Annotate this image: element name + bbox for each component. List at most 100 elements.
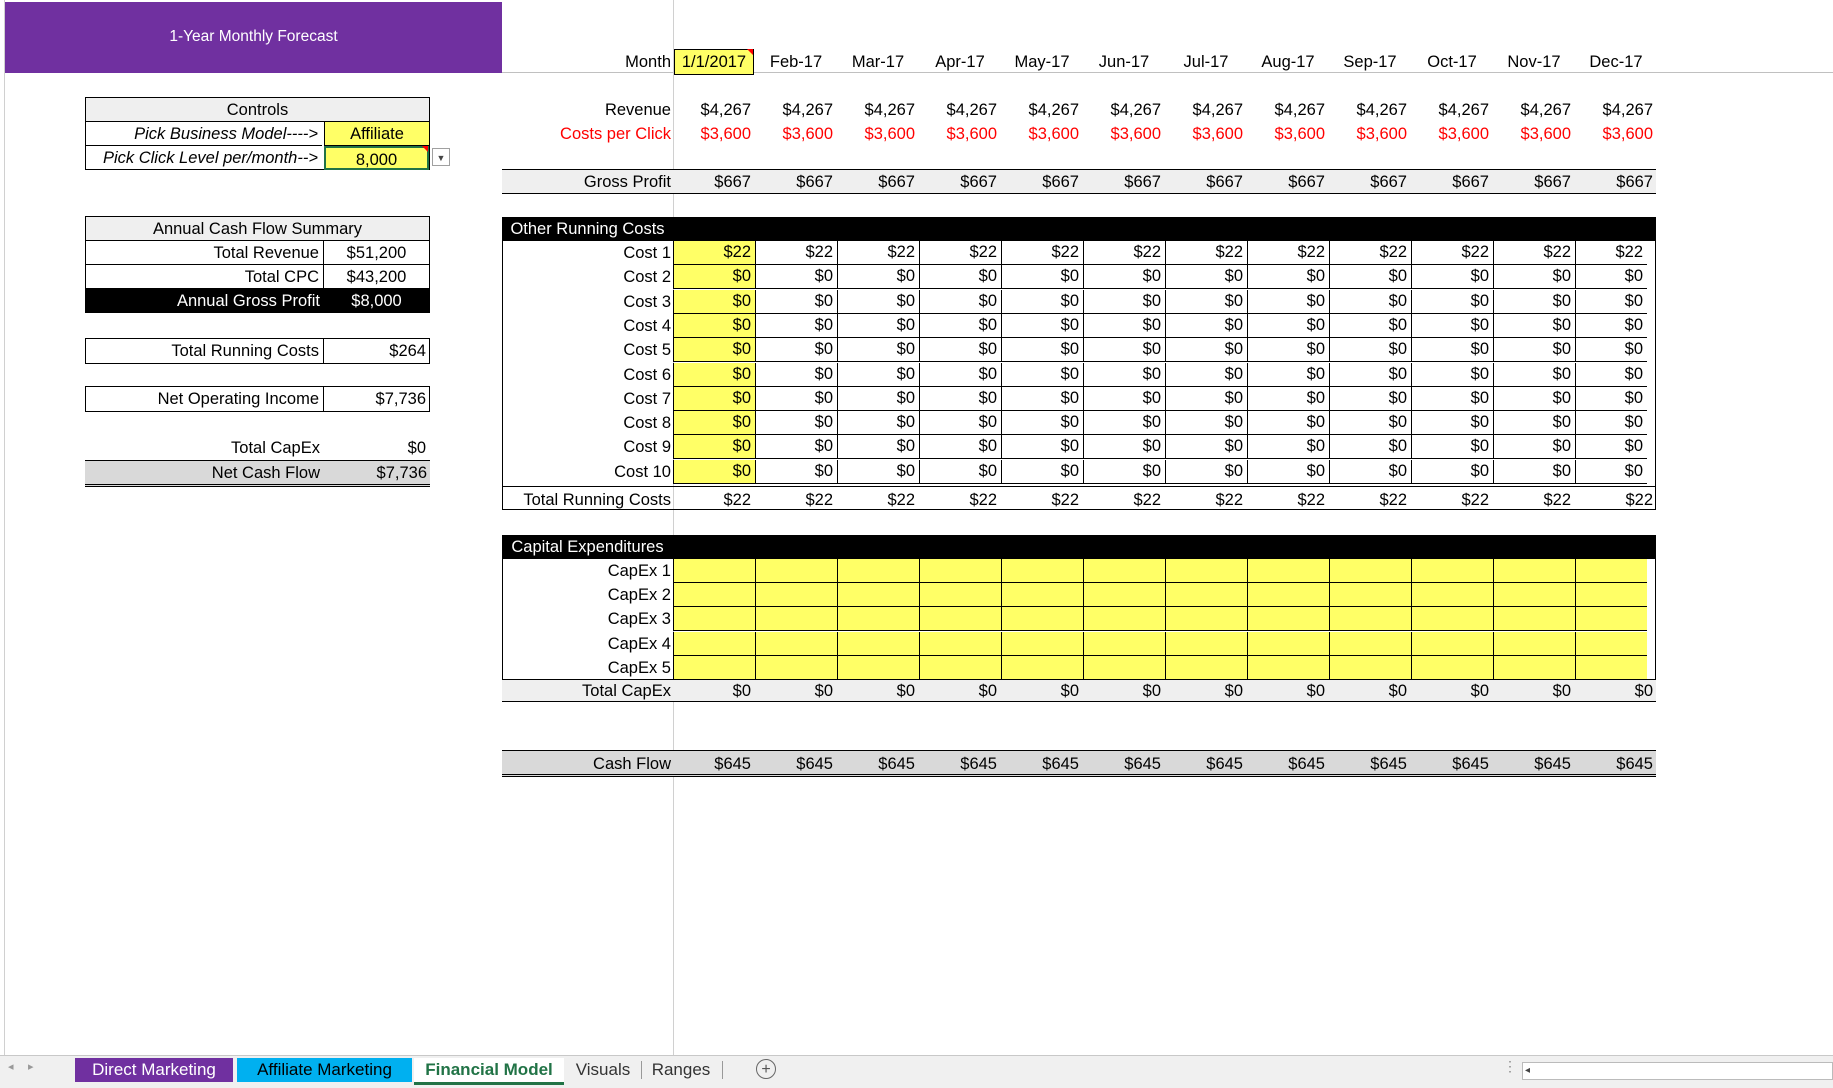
capex-input-cell[interactable] — [1493, 607, 1575, 631]
capex-input-cell[interactable] — [1247, 656, 1329, 680]
running-cost-cell[interactable]: $0 — [673, 460, 755, 484]
capex-input-cell[interactable] — [1575, 583, 1647, 607]
tab-visuals[interactable]: Visuals — [568, 1058, 638, 1082]
capex-input-cell[interactable] — [1083, 583, 1165, 607]
capex-input-cell[interactable] — [755, 607, 837, 631]
capex-input-cell[interactable] — [837, 583, 919, 607]
capex-input-cell[interactable] — [673, 607, 755, 631]
capex-input-cell[interactable] — [1575, 607, 1647, 631]
scroll-left-icon[interactable]: ◂ — [8, 1060, 14, 1073]
running-cost-cell: $0 — [919, 265, 1001, 289]
capex-label: CapEx 5 — [607, 659, 671, 677]
capex-input-cell[interactable] — [1165, 656, 1247, 680]
capex-input-cell[interactable] — [755, 656, 837, 680]
capex-input-cell[interactable] — [919, 607, 1001, 631]
capex-input-cell[interactable] — [1247, 607, 1329, 631]
net-operating-income-label: Net Operating Income — [86, 387, 324, 411]
scroll-right-icon[interactable]: ▸ — [28, 1060, 34, 1073]
capex-input-cell[interactable] — [1493, 632, 1575, 656]
capex-input-cell[interactable] — [1001, 656, 1083, 680]
running-cost-cell[interactable]: $22 — [673, 241, 755, 265]
cash-flow-cell: $645 — [1288, 755, 1325, 773]
capex-input-cell[interactable] — [1083, 632, 1165, 656]
tab-affiliate-marketing[interactable]: Affiliate Marketing — [237, 1058, 412, 1082]
capex-input-cell[interactable] — [1247, 632, 1329, 656]
capex-input-cell[interactable] — [1411, 583, 1493, 607]
running-cost-label: Cost 5 — [623, 341, 671, 359]
running-cost-cell[interactable]: $0 — [673, 363, 755, 387]
capex-input-cell[interactable] — [1083, 559, 1165, 583]
capex-input-cell[interactable] — [1329, 583, 1411, 607]
capex-input-cell[interactable] — [1001, 583, 1083, 607]
capex-input-cell[interactable] — [1165, 632, 1247, 656]
capex-input-cell[interactable] — [919, 583, 1001, 607]
cash-flow-cell: $645 — [960, 755, 997, 773]
running-cost-cell: $0 — [1165, 290, 1247, 314]
horizontal-scrollbar[interactable]: ◂ — [1522, 1062, 1833, 1080]
total-capex-value: $0 — [407, 439, 426, 457]
dropdown-arrow-icon[interactable]: ▼ — [432, 148, 450, 166]
running-cost-cell[interactable]: $0 — [673, 387, 755, 411]
capex-input-cell[interactable] — [1165, 559, 1247, 583]
capex-input-cell[interactable] — [1575, 559, 1647, 583]
scroll-left-arrow-icon[interactable]: ◂ — [1525, 1065, 1539, 1077]
running-cost-cell[interactable]: $0 — [673, 314, 755, 338]
capex-input-cell[interactable] — [919, 656, 1001, 680]
capex-input-cell[interactable] — [1083, 656, 1165, 680]
capex-input-cell[interactable] — [1329, 632, 1411, 656]
capex-input-cell[interactable] — [673, 656, 755, 680]
tab-financial-model[interactable]: Financial Model — [414, 1058, 564, 1085]
tab-direct-marketing[interactable]: Direct Marketing — [75, 1058, 233, 1082]
running-cost-cell[interactable]: $0 — [673, 338, 755, 362]
capex-input-cell[interactable] — [673, 559, 755, 583]
capex-input-cell[interactable] — [1001, 607, 1083, 631]
capex-input-cell[interactable] — [837, 632, 919, 656]
running-cost-cell[interactable]: $0 — [673, 290, 755, 314]
cpc-cell: $3,600 — [1438, 125, 1489, 143]
capex-input-cell[interactable] — [1001, 559, 1083, 583]
total-capex-cell: $0 — [1470, 682, 1489, 700]
add-sheet-icon[interactable]: + — [756, 1059, 776, 1079]
capex-input-cell[interactable] — [1165, 607, 1247, 631]
capex-input-cell[interactable] — [1411, 632, 1493, 656]
capex-input-cell[interactable] — [1165, 583, 1247, 607]
capex-input-cell[interactable] — [673, 583, 755, 607]
capex-input-cell[interactable] — [837, 607, 919, 631]
capex-input-cell[interactable] — [1493, 583, 1575, 607]
month-header: Dec-17 — [1589, 53, 1643, 71]
capex-input-cell[interactable] — [1493, 559, 1575, 583]
capex-input-cell[interactable] — [1329, 559, 1411, 583]
capex-input-cell[interactable] — [919, 632, 1001, 656]
cash-flow-cell: $645 — [1124, 755, 1161, 773]
total-running-costs-label: Total Running Costs — [86, 339, 324, 363]
capex-input-cell[interactable] — [755, 583, 837, 607]
click-level-select[interactable]: 8,000 — [324, 146, 429, 170]
running-cost-cell[interactable]: $0 — [673, 435, 755, 459]
running-cost-cell: $0 — [837, 460, 919, 484]
capex-input-cell[interactable] — [1411, 607, 1493, 631]
capex-input-cell[interactable] — [1575, 656, 1647, 680]
capex-input-cell[interactable] — [919, 559, 1001, 583]
capex-input-cell[interactable] — [1411, 559, 1493, 583]
capex-input-cell[interactable] — [755, 559, 837, 583]
cpc-cell: $3,600 — [1520, 125, 1571, 143]
running-cost-cell[interactable]: $0 — [673, 411, 755, 435]
capex-input-cell[interactable] — [1411, 656, 1493, 680]
tab-ranges[interactable]: Ranges — [645, 1058, 717, 1082]
split-handle-icon[interactable]: ⋮ — [1503, 1058, 1517, 1075]
capex-input-cell[interactable] — [673, 632, 755, 656]
capex-input-cell[interactable] — [1247, 583, 1329, 607]
running-cost-cell: $0 — [1001, 387, 1083, 411]
capex-input-cell[interactable] — [1001, 632, 1083, 656]
capex-input-cell[interactable] — [1493, 656, 1575, 680]
running-cost-cell[interactable]: $0 — [673, 265, 755, 289]
capex-input-cell[interactable] — [837, 656, 919, 680]
capex-input-cell[interactable] — [1575, 632, 1647, 656]
business-model-select[interactable]: Affiliate — [324, 122, 429, 146]
capex-input-cell[interactable] — [1329, 607, 1411, 631]
capex-input-cell[interactable] — [837, 559, 919, 583]
capex-input-cell[interactable] — [1083, 607, 1165, 631]
capex-input-cell[interactable] — [755, 632, 837, 656]
capex-input-cell[interactable] — [1329, 656, 1411, 680]
capex-input-cell[interactable] — [1247, 559, 1329, 583]
